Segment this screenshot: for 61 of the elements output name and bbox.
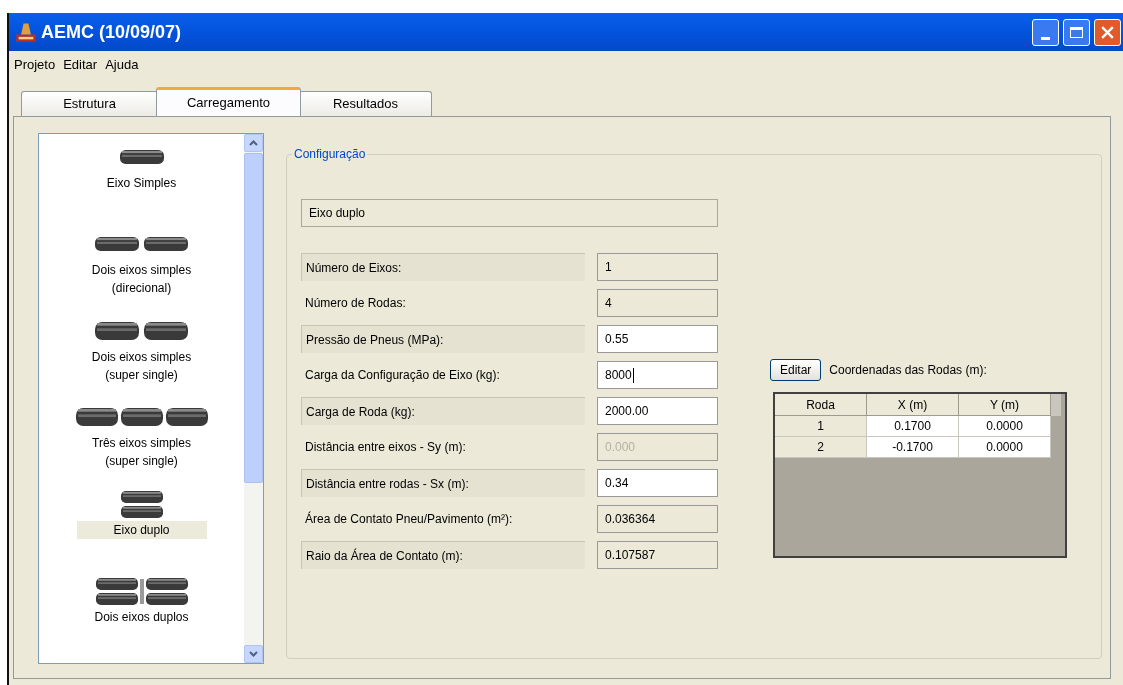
- value-field: 4: [597, 289, 718, 317]
- field-label: Número de Rodas:: [304, 295, 407, 312]
- tire-icon: [120, 490, 163, 518]
- field-label: Distância entre eixos - Sy (m):: [304, 439, 467, 456]
- table-cell: 0.0000: [959, 437, 1051, 458]
- minimize-icon: [1041, 36, 1050, 40]
- close-icon: [1101, 25, 1114, 39]
- column-header[interactable]: Roda: [775, 394, 867, 416]
- tab[interactable]: Estrutura: [21, 91, 158, 116]
- menu-item[interactable]: Ajuda: [102, 55, 142, 75]
- value-field: 0.107587: [597, 541, 718, 569]
- window-title: AEMC (10/09/07): [41, 20, 183, 44]
- value-field: 0.036364: [597, 505, 718, 533]
- table-cell: 1: [775, 416, 867, 437]
- value-field[interactable]: 0.34: [597, 469, 718, 497]
- field-label: Pressão de Pneus (MPa):: [301, 325, 585, 353]
- tire-icon: [119, 150, 164, 164]
- menu-item[interactable]: Editar: [60, 55, 101, 75]
- table-cell: 0.1700: [867, 416, 959, 437]
- field-label: Carga de Roda (kg):: [301, 397, 585, 425]
- table-cell: 2: [775, 437, 867, 458]
- tire-icon: [95, 236, 188, 251]
- table-cell: 0.0000: [959, 416, 1051, 437]
- scrollbar[interactable]: [244, 134, 263, 663]
- scroll-down-icon[interactable]: [244, 645, 263, 663]
- configuration-item[interactable]: Dois eixos simples (direcional): [76, 260, 207, 297]
- maximize-icon: [1070, 26, 1083, 38]
- maximize-button[interactable]: [1063, 18, 1090, 46]
- value-field: 1: [597, 253, 718, 281]
- tab[interactable]: Carregamento: [156, 87, 301, 116]
- tire-icon: [95, 577, 188, 605]
- field-label: Distância entre rodas - Sx (m):: [301, 469, 585, 497]
- close-button[interactable]: [1094, 18, 1121, 46]
- configuration-name: Eixo duplo: [301, 199, 718, 227]
- field-label: Carga da Configuração de Eixo (kg):: [304, 367, 501, 384]
- scroll-up-icon[interactable]: [244, 134, 263, 152]
- field-label: Raio da Área de Contato (m):: [301, 541, 585, 569]
- header-filler: [1051, 394, 1061, 416]
- configuration-item[interactable]: Eixo duplo: [76, 521, 207, 540]
- value-field[interactable]: 0.55: [597, 325, 718, 353]
- field-label: Área de Contato Pneu/Pavimento (m²):: [304, 510, 514, 528]
- minimize-button[interactable]: [1032, 18, 1059, 46]
- app-icon: [15, 21, 37, 43]
- column-header[interactable]: X (m): [867, 394, 959, 416]
- field-label: Número de Eixos:: [301, 253, 585, 281]
- value-field[interactable]: 8000: [597, 361, 718, 389]
- configuration-item[interactable]: Dois eixos simples (super single): [76, 347, 207, 384]
- value-field[interactable]: 2000.00: [597, 397, 718, 425]
- tire-icon: [75, 408, 208, 427]
- configuration-item[interactable]: Dois eixos duplos: [76, 608, 207, 627]
- column-header[interactable]: Y (m): [959, 394, 1051, 416]
- configuration-item[interactable]: Eixo Simples: [76, 174, 207, 192]
- group-title: Configuração: [292, 147, 368, 161]
- menu-item[interactable]: Projeto: [11, 55, 59, 75]
- edit-button[interactable]: Editar: [770, 359, 822, 381]
- coordinates-label: Coordenadas das Rodas (m):: [829, 362, 987, 379]
- table-cell: -0.1700: [867, 437, 959, 458]
- tire-icon: [95, 321, 188, 340]
- configuration-item[interactable]: Três eixos simples (super single): [76, 434, 207, 471]
- tab[interactable]: Resultados: [299, 91, 432, 116]
- scroll-thumb[interactable]: [244, 153, 263, 483]
